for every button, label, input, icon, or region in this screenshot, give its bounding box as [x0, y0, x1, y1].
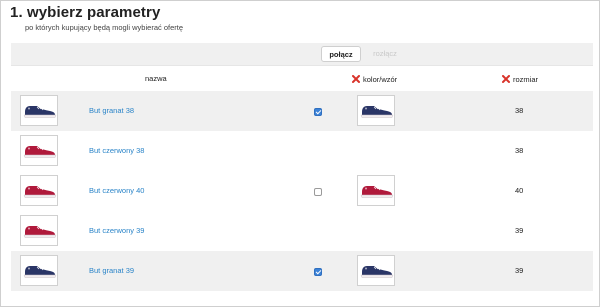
product-name-link[interactable]: But granat 38: [89, 106, 134, 115]
product-thumbnail: [20, 175, 58, 206]
table-row: But granat 38 38: [11, 91, 593, 131]
color-checkbox[interactable]: [314, 188, 322, 196]
color-pattern-image: [357, 175, 395, 206]
join-button[interactable]: połącz: [321, 46, 361, 62]
page-title: 1. wybierz parametry: [10, 4, 161, 21]
product-thumbnail: [20, 255, 58, 286]
size-value: 38: [515, 106, 524, 115]
column-header-color-label: kolor/wzór: [363, 75, 398, 84]
table-row: But granat 39 39: [11, 251, 593, 291]
color-checkbox[interactable]: [314, 268, 322, 276]
size-value: 40: [515, 186, 524, 195]
column-header-size: rozmiar: [502, 74, 538, 84]
product-thumbnail: [20, 95, 58, 126]
color-pattern-image: [357, 95, 395, 126]
product-name-link[interactable]: But granat 39: [89, 266, 134, 275]
column-header-name: nazwa: [145, 74, 167, 83]
parameters-panel: 1. wybierz parametry po których kupujący…: [0, 0, 600, 307]
size-value: 39: [515, 226, 524, 235]
table-row: But czerwony 39 39: [11, 211, 593, 251]
split-button: rozłącz: [373, 49, 397, 58]
product-name-link[interactable]: But czerwony 39: [89, 226, 144, 235]
product-name-link[interactable]: But czerwony 38: [89, 146, 144, 155]
table-row: But czerwony 38 38: [11, 131, 593, 171]
size-value: 38: [515, 146, 524, 155]
product-name-link[interactable]: But czerwony 40: [89, 186, 144, 195]
column-header-size-label: rozmiar: [513, 75, 539, 84]
product-thumbnail: [20, 215, 58, 246]
table-row: But czerwony 40 40: [11, 171, 593, 211]
toolbar: połącz rozłącz: [11, 43, 593, 65]
column-header-color: kolor/wzór: [352, 74, 397, 84]
size-value: 39: [515, 266, 524, 275]
product-thumbnail: [20, 135, 58, 166]
page-subtitle: po których kupujący będą mogli wybierać …: [25, 23, 183, 32]
remove-size-icon[interactable]: [502, 75, 510, 83]
color-pattern-image: [357, 255, 395, 286]
color-checkbox[interactable]: [314, 108, 322, 116]
table-header: nazwa kolor/wzór rozmiar: [11, 65, 593, 91]
remove-color-icon[interactable]: [352, 75, 360, 83]
